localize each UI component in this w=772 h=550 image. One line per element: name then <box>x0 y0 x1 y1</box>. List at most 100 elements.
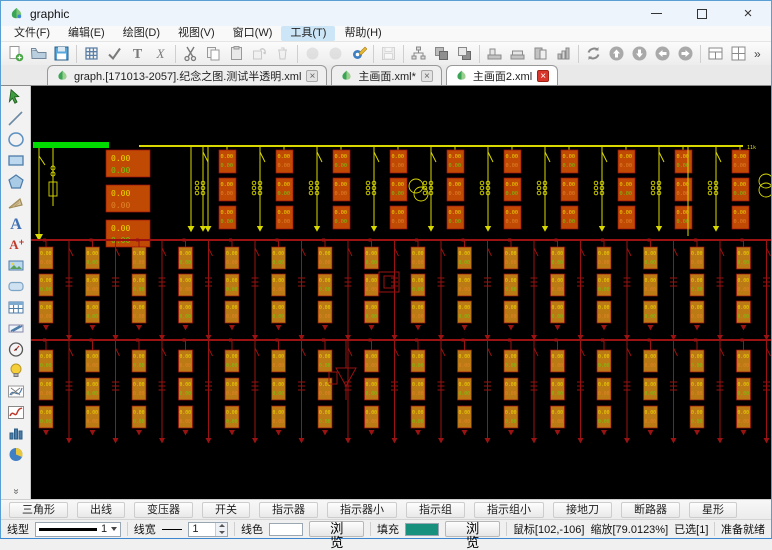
tree-view-button[interactable] <box>407 43 430 65</box>
symbol-button-2[interactable]: 变压器 <box>134 502 193 518</box>
symbol-button-1[interactable]: 出线 <box>77 502 125 518</box>
text-style-button[interactable]: X <box>149 43 172 65</box>
svg-text:0.00: 0.00 <box>226 305 238 311</box>
fill-browse-button[interactable]: 浏览 <box>445 521 500 537</box>
symbol-button-6[interactable]: 指示组 <box>406 502 465 518</box>
tab-1[interactable]: 主画面.xml*× <box>331 65 441 85</box>
delete-button[interactable] <box>271 43 294 65</box>
redo-circle-button[interactable] <box>324 43 347 65</box>
tab-label: 主画面2.xml <box>473 68 532 84</box>
symbol-button-7[interactable]: 指示组小 <box>474 502 544 518</box>
symbol-button-3[interactable]: 开关 <box>202 502 250 518</box>
close-button[interactable]: × <box>725 1 771 26</box>
symbol-button-9[interactable]: 断路器 <box>621 502 680 518</box>
line-color-swatch[interactable] <box>269 523 303 536</box>
tile-vertical-button[interactable] <box>727 43 750 65</box>
save-icon <box>53 45 70 62</box>
nav-left-button[interactable] <box>651 43 674 65</box>
svg-text:0.00: 0.00 <box>226 278 238 284</box>
tab-close-icon[interactable]: × <box>537 70 549 82</box>
copy-button[interactable] <box>202 43 225 65</box>
window-cascade-button[interactable] <box>529 43 552 65</box>
svg-text:0.00: 0.00 <box>335 154 348 160</box>
percent-tool-button[interactable] <box>3 318 29 339</box>
tile-horizontal-button[interactable] <box>704 43 727 65</box>
align-stack-button[interactable] <box>506 43 529 65</box>
tab-2[interactable]: 主画面2.xml × <box>446 65 558 85</box>
line-type-dropdown[interactable]: 1 <box>35 522 121 537</box>
undo-circle-button[interactable] <box>301 43 324 65</box>
nav-down-button[interactable] <box>628 43 651 65</box>
rounded-rect-tool-button[interactable] <box>3 276 29 297</box>
svg-text:0.00: 0.00 <box>563 191 576 197</box>
symbol-button-8[interactable]: 接地刀 <box>553 502 612 518</box>
text-plus-tool-button[interactable]: A+ <box>3 234 29 255</box>
minimize-button[interactable] <box>633 1 679 26</box>
svg-text:0.00: 0.00 <box>738 278 750 284</box>
ellipse-tool-button[interactable] <box>3 129 29 150</box>
menu-item-2[interactable]: 绘图(D) <box>114 26 169 41</box>
menu-item-4[interactable]: 窗口(W) <box>224 26 282 41</box>
table-tool-button[interactable] <box>3 297 29 318</box>
save-all-button[interactable] <box>377 43 400 65</box>
fill-color-swatch[interactable] <box>405 523 439 536</box>
text-tool-button[interactable]: A <box>3 213 29 234</box>
nav-right-button[interactable] <box>674 43 697 65</box>
svg-text:0.00: 0.00 <box>392 210 405 216</box>
bring-front-button[interactable] <box>430 43 453 65</box>
menu-item-5[interactable]: 工具(T) <box>281 26 335 41</box>
line-color-browse-button[interactable]: 浏览 <box>309 521 364 537</box>
svg-text:0.00: 0.00 <box>598 354 610 360</box>
clock-tool-button[interactable] <box>3 339 29 360</box>
spinner-arrows[interactable] <box>215 523 227 536</box>
symbol-button-0[interactable]: 三角形 <box>9 502 68 518</box>
new-file-button[interactable] <box>4 43 27 65</box>
svg-text:0.00: 0.00 <box>111 224 130 233</box>
toolbar-overflow-button[interactable]: » <box>750 47 765 61</box>
settings-button[interactable] <box>347 43 370 65</box>
tab-0[interactable]: graph.[171013-2057].纪念之图.测试半透明.xml× <box>47 65 327 85</box>
grid-button[interactable] <box>80 43 103 65</box>
polygon-tool-button[interactable] <box>3 171 29 192</box>
maximize-button[interactable] <box>679 1 725 26</box>
paste-special-button[interactable] <box>248 43 271 65</box>
paste-button[interactable] <box>225 43 248 65</box>
svg-text:0.00: 0.00 <box>366 287 378 293</box>
open-folder-button[interactable] <box>27 43 50 65</box>
rectangle-tool-button[interactable] <box>3 150 29 171</box>
symbol-button-4[interactable]: 指示器 <box>259 502 318 518</box>
symbol-button-10[interactable]: 星形 <box>689 502 737 518</box>
menu-item-6[interactable]: 帮助(H) <box>335 26 390 41</box>
svg-text:0.00: 0.00 <box>738 287 750 293</box>
menu-item-3[interactable]: 视图(V) <box>169 26 224 41</box>
refresh-button[interactable] <box>582 43 605 65</box>
bulb-tool-button[interactable] <box>3 360 29 381</box>
symbol-button-5[interactable]: 指示器小 <box>327 502 397 518</box>
text-button[interactable]: T <box>126 43 149 65</box>
arc-tool-button[interactable] <box>3 192 29 213</box>
check-button[interactable] <box>103 43 126 65</box>
save-button[interactable] <box>50 43 73 65</box>
tab-close-icon[interactable]: × <box>421 70 433 82</box>
svg-text:0.00: 0.00 <box>133 260 145 266</box>
percent-icon <box>6 319 26 338</box>
palette-more-button[interactable]: » <box>10 489 21 495</box>
line-width-spinner[interactable]: 1 <box>188 522 228 537</box>
tab-close-icon[interactable]: × <box>306 70 318 82</box>
image-tool-button[interactable] <box>3 255 29 276</box>
bar-chart-tool-button[interactable] <box>3 423 29 444</box>
cut-button[interactable] <box>179 43 202 65</box>
line-chart-tool-button[interactable] <box>3 402 29 423</box>
pie-chart-tool-button[interactable] <box>3 444 29 465</box>
send-back-button[interactable] <box>453 43 476 65</box>
drawing-canvas[interactable]: 0.000.000.000.000.000.0011k0.000.000.000… <box>31 86 771 499</box>
line-tool-button[interactable] <box>3 108 29 129</box>
stats-column-button[interactable] <box>552 43 575 65</box>
curve-tool-button[interactable] <box>3 381 29 402</box>
select-tool-button[interactable] <box>3 87 29 108</box>
menu-item-1[interactable]: 编辑(E) <box>59 26 114 41</box>
nav-up-button[interactable] <box>605 43 628 65</box>
align-bottom-button[interactable] <box>483 43 506 65</box>
menu-item-0[interactable]: 文件(F) <box>5 26 59 41</box>
svg-text:+: + <box>18 237 23 247</box>
